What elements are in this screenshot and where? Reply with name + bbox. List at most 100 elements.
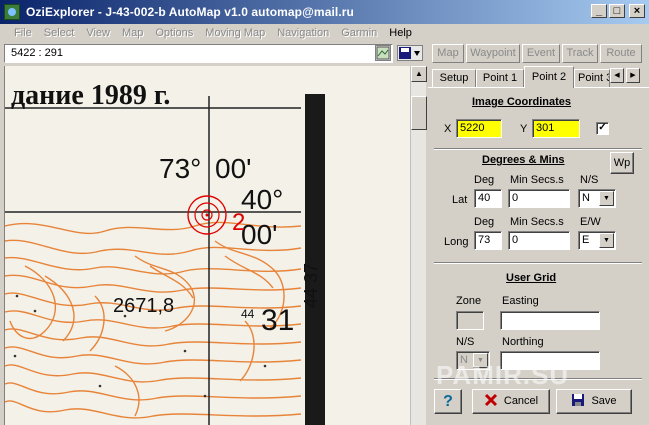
x-coordinate-field[interactable]: 5220: [456, 119, 502, 138]
map-longitude-degrees: 73°: [159, 153, 201, 184]
zone-label: Zone: [456, 295, 482, 307]
tab-scroll-left-icon[interactable]: ◀: [610, 68, 624, 83]
map-image-icon-graphic: [376, 46, 390, 60]
long-ew-label: E/W: [580, 216, 601, 228]
map-canvas: дание 1989 г. 73° 00' 40° 00' 2671,8 44 …: [5, 66, 410, 425]
map-grid-label-44: 44: [241, 307, 255, 321]
tab-scroll-right-icon[interactable]: ▶: [626, 68, 640, 83]
long-ew-value: E: [582, 234, 590, 246]
scroll-up-arrow-icon[interactable]: ▲: [411, 66, 427, 82]
section-divider: [434, 378, 642, 380]
menu-map[interactable]: Map: [122, 27, 143, 39]
map-header-text: дание 1989 г.: [11, 80, 170, 111]
menu-help[interactable]: Help: [389, 27, 412, 39]
maximize-button[interactable]: □: [609, 4, 625, 18]
lat-ns-label: N/S: [580, 174, 599, 186]
menu-moving-map[interactable]: Moving Map: [205, 27, 265, 39]
long-ew-select[interactable]: E ▼: [578, 231, 616, 250]
map-elevation-label: 2671,8: [113, 295, 174, 317]
chevron-down-icon[interactable]: ▼: [599, 233, 614, 248]
long-minutes-field[interactable]: 0: [508, 231, 570, 250]
lat-minutes-field[interactable]: 0: [508, 189, 570, 208]
map-latitude-minutes: 00': [241, 219, 278, 250]
marker-center: [205, 213, 209, 217]
chevron-down-icon[interactable]: ▼: [599, 191, 614, 206]
save-label: Save: [591, 395, 617, 407]
save-disk-icon[interactable]: [397, 45, 423, 61]
title-bar: OziExplorer - J-43-002-b AutoMap v1.0 au…: [0, 0, 649, 24]
menu-view[interactable]: View: [86, 27, 110, 39]
wp-button[interactable]: Wp: [610, 152, 634, 174]
menu-file[interactable]: File: [14, 27, 32, 39]
tab-setup[interactable]: Setup: [432, 69, 476, 88]
degrees-mins-heading: Degrees & Mins: [482, 154, 565, 166]
map-image-icon[interactable]: [375, 45, 391, 61]
long-label: Long: [444, 236, 469, 248]
menu-garmin[interactable]: Garmin: [341, 27, 377, 39]
minimize-button[interactable]: _: [591, 4, 607, 18]
map-longitude-minutes: 00': [215, 153, 252, 184]
x-label: X: [444, 123, 452, 135]
tab-point-3[interactable]: Point 3: [574, 69, 610, 88]
northing-label: Northing: [502, 336, 544, 348]
floppy-disk-icon: [572, 394, 585, 406]
grid-ns-value: N: [460, 354, 468, 366]
northing-field[interactable]: [500, 351, 600, 370]
map-latitude-degrees: 40°: [241, 184, 283, 215]
calibration-point-number: 2: [232, 209, 245, 236]
menu-options[interactable]: Options: [155, 27, 193, 39]
lat-min-label: Min Secs.s: [510, 174, 564, 186]
map-grid-label-31: 31: [261, 304, 294, 337]
tab-waypoint[interactable]: Waypoint: [466, 44, 520, 63]
scroll-thumb[interactable]: [411, 96, 427, 130]
grid-ns-select[interactable]: N ▼: [456, 351, 490, 370]
save-disk-icon-graphic: [399, 47, 420, 59]
app-icon: [4, 4, 20, 20]
window-title: OziExplorer - J-43-002-b AutoMap v1.0 au…: [26, 5, 354, 19]
cancel-x-icon: [484, 393, 497, 407]
menu-navigation[interactable]: Navigation: [277, 27, 329, 39]
cursor-coordinates: 5422 : 291: [4, 44, 393, 63]
help-button[interactable]: ?: [434, 389, 462, 414]
point-enabled-checkbox[interactable]: ✓: [596, 122, 609, 135]
point-tabs: Setup Point 1 Point 2 Point 3 ◀ ▶: [428, 66, 649, 88]
map-frame-border: [305, 94, 325, 425]
save-button[interactable]: Save: [556, 389, 632, 414]
map-vertical-scrollbar[interactable]: ▲: [410, 66, 427, 425]
grid-ns-label: N/S: [456, 336, 475, 348]
toolbar: 5422 : 291 Map Waypoint Event Track Rout…: [0, 43, 649, 65]
tab-route[interactable]: Route: [600, 44, 642, 63]
tab-event[interactable]: Event: [522, 44, 560, 63]
image-coordinates-heading: Image Coordinates: [472, 96, 572, 108]
lat-ns-value: N: [582, 192, 590, 204]
menu-select[interactable]: Select: [44, 27, 75, 39]
y-coordinate-field[interactable]: 301: [532, 119, 580, 138]
lat-degrees-field[interactable]: 40: [474, 189, 502, 208]
map-grid-label-4437: 44 37: [301, 263, 321, 308]
calibration-panel: Setup Point 1 Point 2 Point 3 ◀ ▶ Image …: [428, 66, 649, 425]
long-degrees-field[interactable]: 73: [474, 231, 502, 250]
menu-bar: File Select View Map Options Moving Map …: [0, 24, 649, 42]
zone-field[interactable]: [456, 311, 484, 330]
lat-deg-label: Deg: [474, 174, 495, 186]
easting-field[interactable]: [500, 311, 600, 330]
chevron-down-icon[interactable]: ▼: [473, 353, 488, 368]
section-divider: [434, 262, 642, 264]
cancel-button[interactable]: Cancel: [472, 389, 550, 414]
tab-map[interactable]: Map: [432, 44, 464, 63]
lat-label: Lat: [452, 194, 468, 206]
long-deg-label: Deg: [474, 216, 495, 228]
map-view[interactable]: дание 1989 г. 73° 00' 40° 00' 2671,8 44 …: [4, 66, 410, 425]
tab-point-2[interactable]: Point 2: [524, 66, 574, 88]
close-button[interactable]: ×: [629, 4, 645, 18]
section-divider: [434, 148, 642, 150]
tab-track[interactable]: Track: [562, 44, 598, 63]
long-min-label: Min Secs.s: [510, 216, 564, 228]
y-label: Y: [520, 123, 528, 135]
map-margin: [325, 94, 410, 425]
lat-ns-select[interactable]: N ▼: [578, 189, 616, 208]
tab-point-1[interactable]: Point 1: [476, 69, 524, 88]
cancel-label: Cancel: [503, 395, 539, 407]
tab-content: Image Coordinates X 5220 Y 301 ✓ Degrees…: [428, 87, 649, 425]
user-grid-heading: User Grid: [506, 272, 557, 284]
